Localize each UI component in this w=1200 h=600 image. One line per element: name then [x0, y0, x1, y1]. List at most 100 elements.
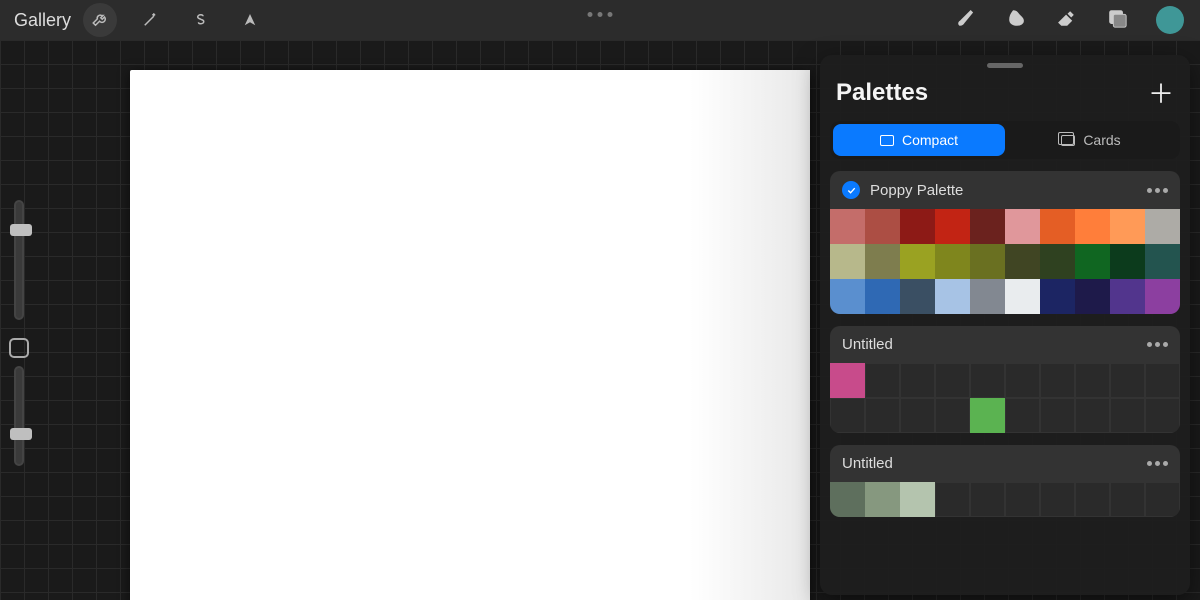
color-swatch[interactable]	[1075, 279, 1110, 314]
palette-name[interactable]: Untitled	[842, 455, 1137, 472]
color-swatch[interactable]	[1005, 209, 1040, 244]
empty-swatch[interactable]	[970, 482, 1005, 517]
tab-compact[interactable]: Compact	[833, 124, 1005, 156]
toolbar-right-group	[956, 6, 1192, 34]
palette-name[interactable]: Untitled	[842, 336, 1137, 353]
color-swatch[interactable]	[935, 279, 970, 314]
eraser-tool-button[interactable]	[1056, 7, 1078, 34]
brush-tool-button[interactable]	[956, 7, 978, 34]
empty-swatch[interactable]	[1040, 363, 1075, 398]
empty-swatch[interactable]	[865, 398, 900, 433]
swatch-grid	[830, 363, 1180, 433]
selection-button[interactable]	[183, 3, 217, 37]
palette-more-button[interactable]	[1147, 342, 1168, 347]
empty-swatch[interactable]	[1040, 398, 1075, 433]
color-swatch[interactable]	[830, 482, 865, 517]
empty-swatch[interactable]	[1110, 482, 1145, 517]
color-swatch[interactable]	[935, 209, 970, 244]
empty-swatch[interactable]	[1110, 398, 1145, 433]
color-swatch[interactable]	[830, 209, 865, 244]
canvas[interactable]	[130, 70, 810, 600]
empty-swatch[interactable]	[935, 398, 970, 433]
empty-swatch[interactable]	[1005, 398, 1040, 433]
color-swatch[interactable]	[970, 209, 1005, 244]
color-swatch[interactable]	[865, 244, 900, 279]
slider-thumb[interactable]	[10, 428, 32, 440]
color-swatch[interactable]	[1145, 279, 1180, 314]
smudge-icon	[1006, 7, 1028, 29]
empty-swatch[interactable]	[1145, 482, 1180, 517]
brush-size-slider[interactable]	[14, 200, 24, 320]
palette-card: Untitled	[830, 445, 1180, 517]
default-check-icon	[842, 181, 860, 199]
color-swatch[interactable]	[1040, 209, 1075, 244]
color-swatch[interactable]	[970, 398, 1005, 433]
empty-swatch[interactable]	[900, 363, 935, 398]
color-swatch[interactable]	[1145, 209, 1180, 244]
empty-swatch[interactable]	[1075, 482, 1110, 517]
palette-more-button[interactable]	[1147, 188, 1168, 193]
color-swatch[interactable]	[1040, 279, 1075, 314]
color-swatch[interactable]	[1040, 244, 1075, 279]
empty-swatch[interactable]	[900, 398, 935, 433]
compact-view-icon	[880, 135, 894, 146]
color-swatch[interactable]	[1005, 244, 1040, 279]
color-swatch[interactable]	[1145, 244, 1180, 279]
empty-swatch[interactable]	[1040, 482, 1075, 517]
palette-more-button[interactable]	[1147, 461, 1168, 466]
color-swatch[interactable]	[970, 244, 1005, 279]
color-swatch[interactable]	[1110, 209, 1145, 244]
color-swatch[interactable]	[830, 279, 865, 314]
color-swatch[interactable]	[900, 482, 935, 517]
empty-swatch[interactable]	[935, 363, 970, 398]
palette-name[interactable]: Poppy Palette	[870, 182, 1137, 199]
tab-cards[interactable]: Cards	[1005, 124, 1177, 156]
brush-icon	[956, 7, 978, 29]
empty-swatch[interactable]	[970, 363, 1005, 398]
color-swatch[interactable]	[1075, 209, 1110, 244]
panel-grabber[interactable]	[987, 63, 1023, 68]
empty-swatch[interactable]	[1145, 398, 1180, 433]
color-swatch[interactable]	[900, 279, 935, 314]
color-swatch[interactable]	[830, 363, 865, 398]
brush-opacity-slider[interactable]	[14, 366, 24, 466]
empty-swatch[interactable]	[935, 482, 970, 517]
tab-compact-label: Compact	[902, 132, 958, 148]
empty-swatch[interactable]	[1145, 363, 1180, 398]
empty-swatch[interactable]	[1005, 363, 1040, 398]
gallery-button[interactable]: Gallery	[14, 10, 71, 31]
modify-square-button[interactable]	[9, 338, 29, 358]
wrench-icon	[91, 11, 109, 29]
panel-title: Palettes	[836, 79, 928, 107]
color-swatch[interactable]	[865, 482, 900, 517]
layers-button[interactable]	[1106, 7, 1128, 34]
color-swatch[interactable]	[830, 244, 865, 279]
cards-view-icon	[1061, 135, 1075, 146]
actions-wrench-button[interactable]	[83, 3, 117, 37]
color-swatch[interactable]	[900, 244, 935, 279]
transform-arrow-button[interactable]	[233, 3, 267, 37]
color-swatch[interactable]	[1110, 244, 1145, 279]
sidebar-sliders	[0, 200, 38, 476]
empty-swatch[interactable]	[1110, 363, 1145, 398]
adjustments-wand-button[interactable]	[133, 3, 167, 37]
color-swatch[interactable]	[935, 244, 970, 279]
modify-menu-button[interactable]	[588, 12, 613, 17]
eraser-icon	[1056, 7, 1078, 29]
color-swatch[interactable]	[865, 209, 900, 244]
smudge-tool-button[interactable]	[1006, 7, 1028, 34]
empty-swatch[interactable]	[1075, 363, 1110, 398]
empty-swatch[interactable]	[1005, 482, 1040, 517]
empty-swatch[interactable]	[865, 363, 900, 398]
add-palette-button[interactable]: ＋	[1148, 74, 1174, 111]
current-color-button[interactable]	[1156, 6, 1184, 34]
empty-swatch[interactable]	[1075, 398, 1110, 433]
color-swatch[interactable]	[865, 279, 900, 314]
slider-thumb[interactable]	[10, 224, 32, 236]
empty-swatch[interactable]	[830, 398, 865, 433]
color-swatch[interactable]	[1005, 279, 1040, 314]
color-swatch[interactable]	[900, 209, 935, 244]
color-swatch[interactable]	[1110, 279, 1145, 314]
color-swatch[interactable]	[1075, 244, 1110, 279]
color-swatch[interactable]	[970, 279, 1005, 314]
